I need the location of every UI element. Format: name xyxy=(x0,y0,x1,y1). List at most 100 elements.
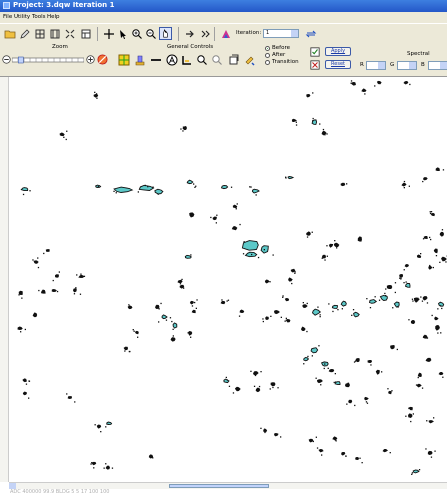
building-footprint[interactable] xyxy=(355,456,360,460)
building-footprint[interactable] xyxy=(348,399,353,404)
map-canvas[interactable] xyxy=(9,77,447,482)
building-footprint[interactable] xyxy=(302,304,308,308)
building-footprint[interactable] xyxy=(322,254,326,259)
building-footprint[interactable] xyxy=(438,372,444,376)
building-footprint[interactable] xyxy=(341,452,346,456)
prev-feature-icon[interactable] xyxy=(184,28,196,40)
building-footprint[interactable] xyxy=(439,231,445,237)
building-footprint[interactable] xyxy=(184,254,192,259)
building-footprint[interactable] xyxy=(301,326,306,331)
building-footprint[interactable] xyxy=(186,179,194,185)
building-footprint[interactable] xyxy=(239,309,245,314)
grid-icon[interactable] xyxy=(34,28,46,40)
stack-icon[interactable] xyxy=(134,54,146,66)
building-footprint[interactable] xyxy=(404,282,411,288)
building-footprint[interactable] xyxy=(435,325,440,331)
next-feature-icon[interactable] xyxy=(199,28,211,40)
building-footprint[interactable] xyxy=(123,346,128,351)
building-footprint[interactable] xyxy=(403,81,409,85)
menu-file[interactable]: File xyxy=(3,14,12,20)
edit-icon[interactable] xyxy=(19,28,31,40)
building-footprint[interactable] xyxy=(220,185,229,190)
building-footprint[interactable] xyxy=(67,396,72,399)
building-footprint[interactable] xyxy=(290,268,296,273)
building-footprint[interactable] xyxy=(333,242,340,248)
horizontal-scrollbar[interactable] xyxy=(9,482,447,489)
arrow-pointer-icon[interactable] xyxy=(117,28,129,40)
no-entry-icon[interactable] xyxy=(97,54,108,65)
shape-a-icon[interactable] xyxy=(166,54,178,66)
building-footprint[interactable] xyxy=(189,212,195,218)
building-footprint[interactable] xyxy=(170,337,176,342)
radio-before[interactable] xyxy=(265,46,270,51)
zoom-out-icon[interactable] xyxy=(145,28,157,40)
palette-icon[interactable] xyxy=(220,28,232,40)
building-footprint[interactable] xyxy=(428,420,434,424)
band-r-select[interactable] xyxy=(366,61,386,70)
building-footprint[interactable] xyxy=(177,279,183,284)
iteration-select[interactable]: 1 xyxy=(263,29,299,38)
building-footprint[interactable] xyxy=(138,184,155,191)
building-footprint[interactable] xyxy=(382,449,389,453)
radio-transition[interactable] xyxy=(265,60,270,65)
building-footprint[interactable] xyxy=(288,277,293,282)
building-footprint[interactable] xyxy=(22,391,27,396)
building-footprint[interactable] xyxy=(401,182,407,187)
building-footprint[interactable] xyxy=(134,330,139,335)
building-footprint[interactable] xyxy=(328,369,335,373)
apply-button[interactable]: Apply xyxy=(325,47,351,56)
building-footprint[interactable] xyxy=(416,383,422,388)
menu-utility[interactable]: Utility xyxy=(14,14,30,20)
building-footprint[interactable] xyxy=(308,438,314,443)
building-footprint[interactable] xyxy=(345,383,351,388)
building-footprint[interactable] xyxy=(93,93,99,98)
paint-icon[interactable] xyxy=(244,54,256,66)
building-footprint[interactable] xyxy=(189,300,194,305)
building-footprint[interactable] xyxy=(351,81,356,86)
building-footprint[interactable] xyxy=(340,182,346,187)
grid-color-icon[interactable] xyxy=(118,54,130,66)
building-footprint[interactable] xyxy=(390,345,395,350)
building-footprint[interactable] xyxy=(318,449,324,453)
building-footprint[interactable] xyxy=(270,382,276,387)
refresh-icon[interactable] xyxy=(305,28,317,40)
building-footprint[interactable] xyxy=(428,265,433,270)
building-footprint[interactable] xyxy=(223,378,230,384)
building-footprint[interactable] xyxy=(18,290,23,295)
magnify-icon[interactable] xyxy=(196,54,208,66)
building-footprint[interactable] xyxy=(188,331,193,336)
building-footprint[interactable] xyxy=(273,310,280,315)
building-footprint[interactable] xyxy=(106,421,113,425)
building-footprint[interactable] xyxy=(113,186,134,193)
building-footprint[interactable] xyxy=(172,322,178,329)
building-footprint[interactable] xyxy=(361,88,367,92)
building-footprint[interactable] xyxy=(317,379,323,384)
radio-after[interactable] xyxy=(265,53,270,58)
building-footprint[interactable] xyxy=(367,360,373,363)
building-footprint[interactable] xyxy=(78,274,85,278)
building-footprint[interactable] xyxy=(331,304,338,309)
building-footprint[interactable] xyxy=(285,319,291,323)
building-footprint[interactable] xyxy=(376,80,382,85)
crosshair-icon[interactable] xyxy=(103,28,115,40)
building-footprint[interactable] xyxy=(252,371,259,376)
building-footprint[interactable] xyxy=(96,424,102,429)
vertical-scrollbar[interactable] xyxy=(0,77,9,482)
building-footprint[interactable] xyxy=(353,311,360,318)
band-g-select[interactable] xyxy=(397,61,417,70)
zoom-in-circle-icon[interactable] xyxy=(86,55,95,64)
building-footprint[interactable] xyxy=(127,305,133,310)
horizontal-scroll-thumb[interactable] xyxy=(169,484,269,488)
measure-icon[interactable] xyxy=(181,54,193,66)
building-footprint[interactable] xyxy=(306,231,311,236)
building-footprint[interactable] xyxy=(234,386,241,392)
select-icon[interactable] xyxy=(211,54,223,66)
building-footprint[interactable] xyxy=(161,314,168,320)
open-folder-icon[interactable] xyxy=(4,28,16,40)
building-footprint[interactable] xyxy=(422,177,428,181)
building-footprint[interactable] xyxy=(33,260,39,264)
building-footprint[interactable] xyxy=(427,450,433,455)
zoom-out-circle-icon[interactable] xyxy=(2,55,11,64)
building-footprint[interactable] xyxy=(303,357,309,362)
zoom-slider-thumb[interactable] xyxy=(18,56,24,64)
